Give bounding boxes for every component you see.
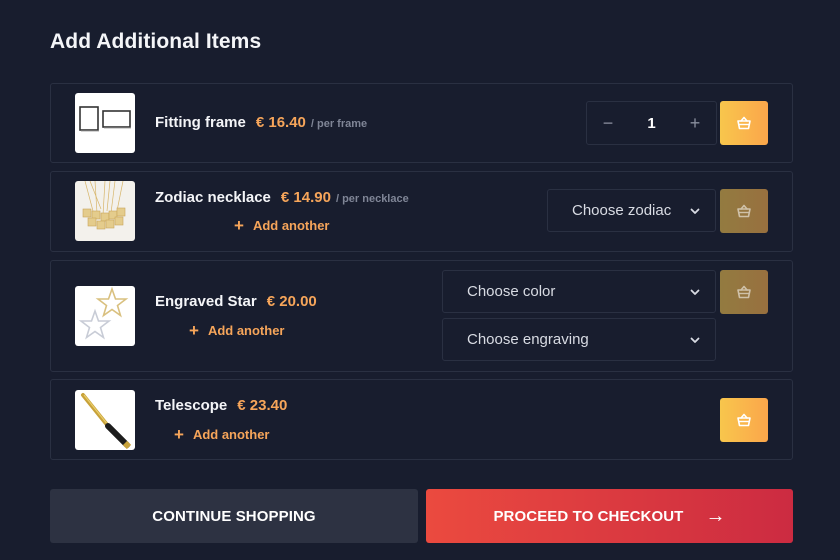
- decrement-button[interactable]: −: [587, 113, 629, 134]
- plus-icon: +: [174, 425, 184, 444]
- add-to-cart-button[interactable]: [720, 270, 768, 314]
- arrow-right-icon: →: [705, 505, 726, 527]
- item-price: € 14.90: [280, 189, 331, 206]
- add-another-label: Add another: [192, 427, 270, 442]
- star-picture-icon: [78, 286, 129, 340]
- item-card-engraved-star: Engraved Star € 20.00 + Add another Choo…: [50, 260, 793, 372]
- item-unit: / per frame: [310, 118, 368, 130]
- telescope-picture-icon: [81, 393, 132, 450]
- add-to-cart-button[interactable]: [720, 101, 768, 145]
- add-to-cart-button[interactable]: [720, 189, 768, 233]
- basket-icon: [737, 285, 751, 299]
- continue-shopping-button[interactable]: CONTINUE SHOPPING: [50, 489, 418, 543]
- item-name: Engraved Star: [155, 293, 257, 310]
- quantity-value[interactable]: 1: [629, 115, 674, 132]
- item-price: € 23.40: [237, 397, 288, 414]
- item-card-fitting-frame: Fitting frame € 16.40 / per frame − 1 +: [50, 83, 793, 163]
- engraving-select[interactable]: Choose engraving: [442, 318, 716, 361]
- item-info: Zodiac necklace € 14.90 / per necklace: [155, 189, 409, 206]
- quantity-stepper: − 1 +: [586, 101, 717, 145]
- frame-image: [75, 93, 135, 153]
- add-another-link[interactable]: + Add another: [174, 426, 270, 443]
- frame-picture-icon: [79, 106, 131, 132]
- add-another-link[interactable]: + Add another: [189, 322, 285, 339]
- item-price: € 20.00: [266, 293, 317, 310]
- item-unit: / per necklace: [335, 193, 409, 205]
- item-info: Fitting frame € 16.40 / per frame: [155, 114, 367, 131]
- color-select[interactable]: Choose color: [442, 270, 716, 313]
- add-items-page: Add Additional Items Fitting frame € 16.…: [0, 0, 840, 560]
- zodiac-select-value: Choose zodiac: [572, 202, 672, 219]
- item-info: Engraved Star € 20.00: [155, 293, 317, 310]
- item-name: Telescope: [155, 397, 228, 414]
- chevron-down-icon: [689, 205, 701, 217]
- proceed-to-checkout-button[interactable]: PROCEED TO CHECKOUT →: [426, 489, 793, 543]
- add-another-link[interactable]: + Add another: [234, 217, 330, 234]
- necklace-picture-icon: [82, 181, 126, 230]
- plus-icon: +: [234, 216, 244, 235]
- plus-icon: +: [189, 321, 199, 340]
- chevron-down-icon: [689, 334, 701, 346]
- item-price: € 16.40: [255, 114, 306, 131]
- zodiac-select[interactable]: Choose zodiac: [547, 189, 716, 232]
- continue-shopping-label: CONTINUE SHOPPING: [152, 507, 316, 525]
- telescope-image: [75, 390, 135, 450]
- star-image: [75, 286, 135, 346]
- add-to-cart-button[interactable]: [720, 398, 768, 442]
- checkout-label: PROCEED TO CHECKOUT: [493, 507, 684, 525]
- engraving-select-value: Choose engraving: [467, 331, 589, 348]
- page-title: Add Additional Items: [50, 30, 262, 53]
- basket-icon: [737, 204, 751, 218]
- item-card-zodiac-necklace: Zodiac necklace € 14.90 / per necklace +…: [50, 171, 793, 252]
- necklace-image: [75, 181, 135, 241]
- basket-icon: [737, 116, 751, 130]
- chevron-down-icon: [689, 286, 701, 298]
- item-card-telescope: Telescope € 23.40 + Add another: [50, 379, 793, 460]
- color-select-value: Choose color: [467, 283, 556, 300]
- add-another-label: Add another: [252, 218, 330, 233]
- item-name: Zodiac necklace: [155, 189, 271, 206]
- increment-button[interactable]: +: [674, 113, 716, 134]
- item-name: Fitting frame: [155, 114, 246, 131]
- item-info: Telescope € 23.40: [155, 397, 287, 414]
- basket-icon: [737, 413, 751, 427]
- add-another-label: Add another: [207, 323, 285, 338]
